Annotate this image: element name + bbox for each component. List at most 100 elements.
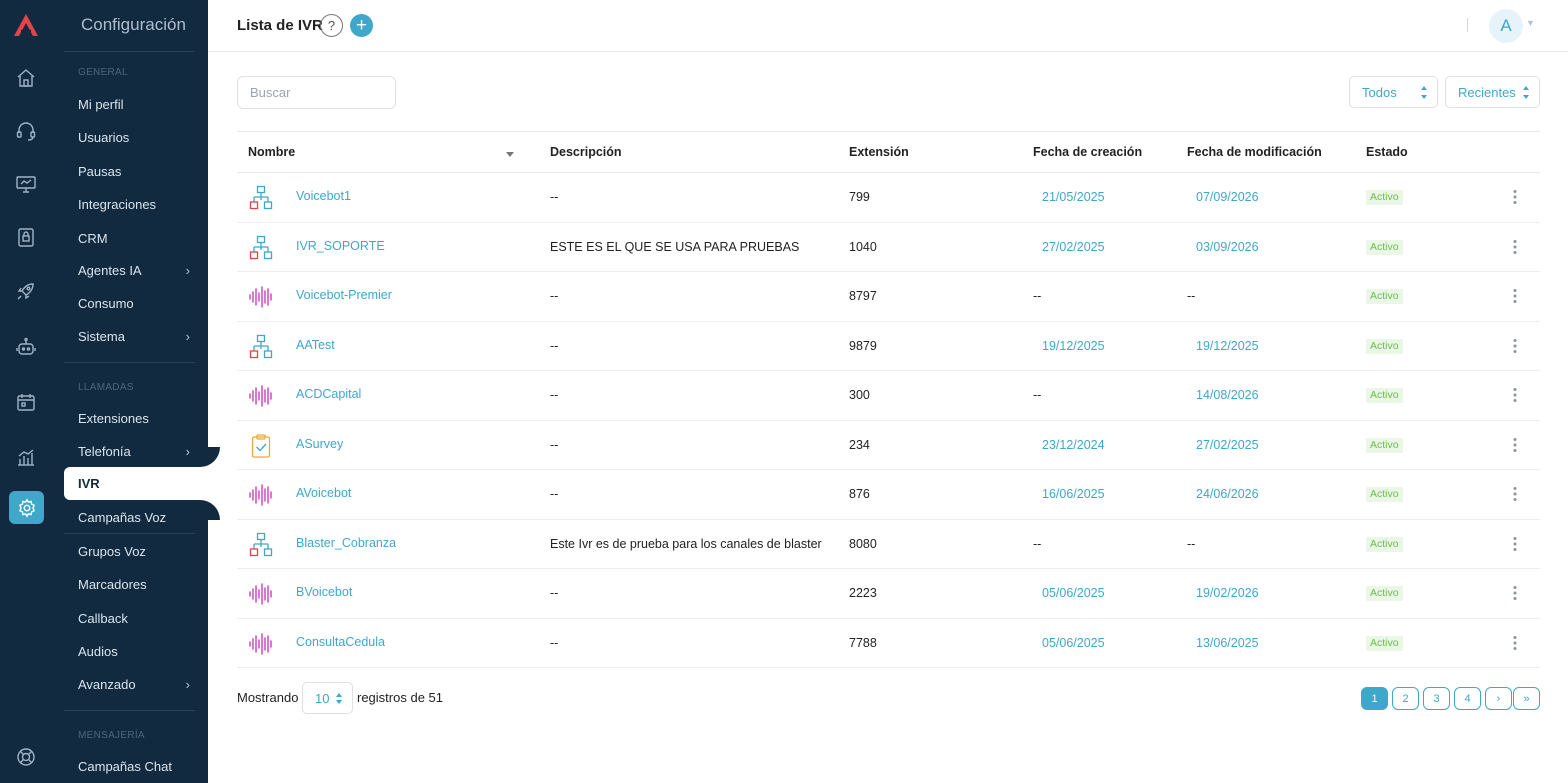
sort-arrows-icon xyxy=(336,693,343,704)
status-badge: Activo xyxy=(1366,388,1403,403)
table-row[interactable]: Voicebot-Premier -- 8797 -- -- Activo xyxy=(237,272,1540,322)
more-options-icon[interactable] xyxy=(1509,585,1521,601)
ivr-name-link[interactable]: Blaster_Cobranza xyxy=(296,536,396,550)
column-fecha-modificacion[interactable]: Fecha de modificación xyxy=(1187,145,1322,159)
sidebar-item-callback[interactable]: Callback xyxy=(78,609,190,627)
more-options-icon[interactable] xyxy=(1509,338,1521,354)
page-3-button[interactable]: 3 xyxy=(1423,687,1450,710)
sidebar-item-campanas-voz[interactable]: Campañas Voz xyxy=(78,508,190,526)
ivr-name-link[interactable]: BVoicebot xyxy=(296,585,352,599)
app-logo[interactable] xyxy=(12,12,40,38)
sidebar-item-integraciones[interactable]: Integraciones xyxy=(78,195,190,213)
ivr-extension: 799 xyxy=(849,190,870,204)
more-options-icon[interactable] xyxy=(1509,189,1521,205)
chevron-down-icon[interactable]: ▼ xyxy=(1526,18,1535,28)
more-options-icon[interactable] xyxy=(1509,437,1521,453)
table-row[interactable]: AVoicebot -- 876 16/06/2025 24/06/2026 Activo xyxy=(237,470,1540,520)
more-options-icon[interactable] xyxy=(1509,486,1521,502)
sidebar-item-campanas-chat[interactable]: Campañas Chat xyxy=(78,757,190,775)
sidebar-item-extensiones[interactable]: Extensiones xyxy=(78,409,190,427)
config-sidebar: Configuración GENERAL Mi perfil Usuarios… xyxy=(52,0,220,783)
sort-arrows-icon xyxy=(1523,86,1530,99)
sidebar-item-grupos-voz[interactable]: Grupos Voz xyxy=(78,542,190,560)
chart-icon[interactable] xyxy=(14,445,38,469)
status-badge: Activo xyxy=(1366,586,1403,601)
sidebar-item-pausas[interactable]: Pausas xyxy=(78,162,190,180)
ivr-extension: 234 xyxy=(849,437,870,452)
ivr-name-link[interactable]: Voicebot-Premier xyxy=(296,288,392,302)
status-filter-select[interactable]: Todos xyxy=(1349,76,1438,108)
sidebar-item-sistema[interactable]: Sistema › xyxy=(78,327,190,345)
lock-icon[interactable] xyxy=(14,225,38,249)
add-ivr-button[interactable]: + xyxy=(350,14,373,37)
avatar[interactable]: A xyxy=(1489,9,1523,43)
help-button[interactable]: ? xyxy=(320,14,343,37)
settings-icon[interactable] xyxy=(9,491,44,524)
order-select[interactable]: Recientes xyxy=(1445,76,1540,108)
ivr-name-link[interactable]: IVR_SOPORTE xyxy=(296,239,385,253)
home-icon[interactable] xyxy=(14,66,38,90)
sort-arrows-icon xyxy=(1421,86,1428,99)
status-badge: Activo xyxy=(1366,239,1403,255)
column-descripcion[interactable]: Descripción xyxy=(550,145,622,159)
sidebar-item-telefonia[interactable]: Telefonía › xyxy=(78,442,190,460)
help-circle-icon[interactable] xyxy=(14,745,38,769)
table-row[interactable]: ConsultaCedula -- 7788 05/06/2025 13/06/2025… xyxy=(237,619,1540,668)
sidebar-item-consumo[interactable]: Consumo xyxy=(78,294,190,312)
created-date: 05/06/2025 xyxy=(1042,635,1105,650)
table-row[interactable]: ASurvey -- 234 23/12/2024 27/02/2025 Activo xyxy=(237,421,1540,470)
sidebar-item-crm[interactable]: CRM xyxy=(78,229,190,247)
ivr-name-link[interactable]: ConsultaCedula xyxy=(296,635,385,649)
more-options-icon[interactable] xyxy=(1509,536,1521,552)
status-badge: Activo xyxy=(1366,536,1403,552)
table-row[interactable]: Blaster_Cobranza Este Ivr es de prueba pa… xyxy=(237,520,1540,569)
modified-date: 19/02/2026 xyxy=(1196,586,1259,600)
column-nombre[interactable]: Nombre xyxy=(248,145,295,159)
sidebar-item-usuarios[interactable]: Usuarios xyxy=(78,128,190,146)
sidebar-item-agentes-ia[interactable]: Agentes IA › xyxy=(78,261,190,279)
sidebar-item-avanzado[interactable]: Avanzado › xyxy=(78,675,190,693)
page-2-button[interactable]: 2 xyxy=(1392,687,1419,710)
table-row[interactable]: BVoicebot -- 2223 05/06/2025 19/02/2026 Activ… xyxy=(237,569,1540,619)
ivr-name-link[interactable]: ASurvey xyxy=(296,437,343,451)
chevron-right-icon: › xyxy=(185,328,190,344)
chevron-right-icon: › xyxy=(185,262,190,278)
ivr-name-link[interactable]: AATest xyxy=(296,338,335,352)
status-badge: Activo xyxy=(1366,338,1403,354)
table-row[interactable]: Voicebot1 -- 799 21/05/2025 07/09/2026 Activo xyxy=(237,173,1540,223)
table-row[interactable]: AATest -- 9879 19/12/2025 19/12/2025 Activo xyxy=(237,322,1540,371)
column-extension[interactable]: Extensión xyxy=(849,145,909,159)
more-options-icon[interactable] xyxy=(1509,288,1521,304)
ivr-name-link[interactable]: Voicebot1 xyxy=(296,189,351,203)
headset-icon[interactable] xyxy=(14,119,38,143)
sort-desc-icon[interactable] xyxy=(506,152,514,157)
calendar-icon[interactable] xyxy=(14,390,38,414)
ivr-extension: 300 xyxy=(849,388,870,402)
modified-date: -- xyxy=(1187,536,1196,551)
sidebar-item-marcadores[interactable]: Marcadores xyxy=(78,575,190,593)
more-options-icon[interactable] xyxy=(1509,387,1521,403)
table-row[interactable]: ACDCapital -- 300 -- 14/08/2026 Activo xyxy=(237,371,1540,421)
next-page-button[interactable]: › xyxy=(1485,687,1512,710)
ivr-extension: 2223 xyxy=(849,586,877,600)
showing-label: Mostrando xyxy=(237,690,299,705)
monitor-icon[interactable] xyxy=(14,172,38,196)
column-fecha-creacion[interactable]: Fecha de creación xyxy=(1033,145,1142,159)
robot-icon[interactable] xyxy=(14,335,38,359)
more-options-icon[interactable] xyxy=(1509,635,1521,651)
modified-date: 14/08/2026 xyxy=(1196,388,1259,402)
sidebar-item-audios[interactable]: Audios xyxy=(78,642,190,660)
sidebar-item-ivr[interactable]: IVR xyxy=(64,467,220,500)
ivr-name-link[interactable]: AVoicebot xyxy=(296,486,351,500)
table-row[interactable]: IVR_SOPORTE ESTE ES EL QUE SE USA PARA PR… xyxy=(237,223,1540,272)
last-page-button[interactable]: » xyxy=(1513,687,1540,710)
rocket-icon[interactable] xyxy=(14,279,38,303)
page-1-button[interactable]: 1 xyxy=(1361,687,1388,710)
sidebar-item-mi-perfil[interactable]: Mi perfil xyxy=(78,95,190,113)
page-4-button[interactable]: 4 xyxy=(1454,687,1481,710)
more-options-icon[interactable] xyxy=(1509,239,1521,255)
column-estado[interactable]: Estado xyxy=(1366,145,1408,159)
page-length-select[interactable]: 10 xyxy=(302,682,353,714)
search-input[interactable] xyxy=(237,76,396,109)
ivr-name-link[interactable]: ACDCapital xyxy=(296,387,361,401)
